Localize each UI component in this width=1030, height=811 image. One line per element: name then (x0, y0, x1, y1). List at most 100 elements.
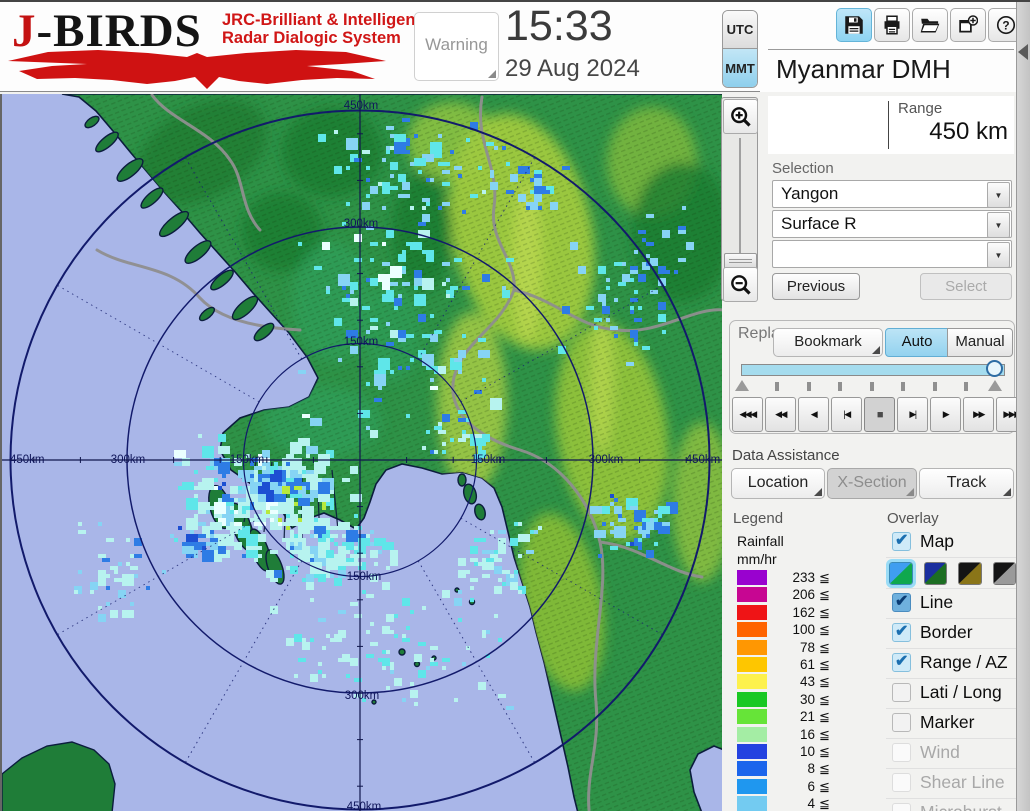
checkbox[interactable] (892, 713, 911, 732)
overlay-label: Border (920, 622, 973, 642)
map-style-swatches (886, 558, 1016, 589)
stop-button[interactable]: ■ (864, 397, 895, 432)
checkbox[interactable] (892, 743, 911, 762)
help-icon: ? (996, 15, 1016, 35)
overlay-item-line[interactable]: ✔ Line (886, 589, 1016, 619)
overlay-label: Microburst (920, 802, 1002, 811)
rewind-button[interactable]: ◀◀ (765, 397, 796, 432)
legend-color-swatch (737, 570, 767, 585)
checkbox[interactable]: ✔ (892, 653, 911, 672)
slider-end-marker[interactable] (988, 380, 1002, 391)
overlay-item-microburst[interactable]: Microburst (886, 799, 1016, 811)
map-style-swatch[interactable] (992, 561, 1016, 585)
legend-value: 162 (792, 604, 815, 620)
overlay-item-lati-long[interactable]: Lati / Long (886, 679, 1016, 709)
utc-button[interactable]: UTC (723, 11, 757, 49)
overlay-label: Marker (920, 712, 975, 732)
range-box: Range 450 km (768, 96, 1014, 154)
checkbox[interactable] (892, 773, 911, 792)
panel-edge-strip[interactable] (1016, 2, 1030, 811)
legend-color-swatch (737, 674, 767, 690)
chevron-down-icon[interactable]: ▼ (987, 182, 1010, 208)
lte-symbol: ≦ (819, 761, 830, 777)
legend-value: 78 (799, 639, 815, 655)
x-section-button[interactable]: X-Section (827, 468, 917, 499)
map-style-swatch[interactable] (958, 561, 982, 585)
radar-map[interactable]: 450km 300km 150km 150km 300km 450km 450km 300km… (0, 94, 722, 811)
legend-row: 21 ≦ (737, 708, 837, 725)
overlay-item-marker[interactable]: Marker (886, 709, 1016, 739)
ring-distance-label: 150km (230, 454, 265, 466)
lte-symbol: ≦ (819, 604, 830, 620)
auto-button[interactable]: Auto (885, 328, 949, 357)
overlay-item-wind[interactable]: Wind (886, 739, 1016, 769)
chevron-down-icon[interactable]: ▼ (987, 212, 1010, 238)
legend-value: 100 (792, 622, 815, 638)
legend-row: 43 ≦ (737, 673, 837, 690)
slider-tick (869, 382, 874, 391)
option-select[interactable]: ▼ (772, 240, 1012, 268)
map-style-swatch[interactable] (923, 561, 947, 585)
overlay-item-range-az[interactable]: ✔ Range / AZ (886, 649, 1016, 679)
legend-color-swatch (737, 778, 767, 794)
play-button[interactable]: ▶ (930, 397, 961, 432)
legend-scale: 233 ≦ 206 ≦ 162 ≦ 100 ≦ 78 ≦ 61 ≦ 43 ≦ 30 ≦ 21 ≦ 16 ≦ 10 ≦ 8 ≦ 6… (737, 569, 837, 811)
slider-start-marker[interactable] (735, 380, 749, 391)
checkbox[interactable] (892, 803, 911, 811)
chevron-down-icon[interactable]: ▼ (987, 242, 1010, 268)
zoom-slider-track[interactable] (739, 138, 741, 256)
replay-slider-track[interactable] (741, 364, 1005, 376)
menu-corner-icon (906, 488, 914, 496)
checkbox[interactable]: ✔ (892, 623, 911, 642)
bookmark-button[interactable]: Bookmark (773, 328, 883, 357)
legend-color-swatch (737, 587, 767, 603)
play-backward-button[interactable]: ◀ (798, 397, 829, 432)
ring-distance-label: 450km (344, 100, 379, 112)
step-forward-button[interactable]: ▶| (897, 397, 928, 432)
track-button[interactable]: Track (919, 468, 1014, 499)
save-button[interactable] (836, 8, 872, 42)
overlay-item-map[interactable]: ✔ Map (886, 528, 1016, 558)
previous-button[interactable]: Previous (772, 273, 860, 300)
add-window-button[interactable] (950, 8, 986, 42)
warning-button[interactable]: Warning (414, 12, 499, 81)
replay-slider-handle[interactable] (986, 360, 1003, 377)
legend-color-swatch (737, 604, 767, 620)
zoom-out-button[interactable] (723, 267, 758, 302)
jump-start-button[interactable]: ◀◀◀ (732, 397, 763, 432)
forward-button[interactable]: ▶▶ (963, 397, 994, 432)
checkbox[interactable] (892, 683, 911, 702)
checkbox[interactable]: ✔ (892, 532, 911, 551)
header-bar: J-BIRDS JRC-Brilliant & Intelligent Rada… (0, 2, 1030, 92)
overlay-item-border[interactable]: ✔ Border (886, 619, 1016, 649)
mmt-button[interactable]: MMT (723, 49, 757, 87)
station-title: Myanmar DMH (776, 54, 951, 84)
overlay-item-shear-line[interactable]: Shear Line (886, 769, 1016, 799)
select-button[interactable]: Select (920, 273, 1012, 300)
open-folder-button[interactable] (912, 8, 948, 42)
site-select[interactable]: Yangon ▼ (772, 180, 1012, 208)
lte-symbol: ≦ (819, 778, 830, 794)
legend-title: Legend (733, 510, 784, 527)
location-button[interactable]: Location (731, 468, 825, 499)
lte-symbol: ≦ (819, 587, 830, 603)
checkbox[interactable]: ✔ (892, 593, 911, 612)
collapse-panel-icon[interactable] (1018, 44, 1028, 60)
lte-symbol: ≦ (819, 691, 830, 707)
map-style-swatch[interactable] (886, 558, 916, 588)
product-select[interactable]: Surface R ▼ (772, 210, 1012, 238)
legend-color-swatch (737, 622, 767, 638)
manual-button[interactable]: Manual (947, 328, 1013, 357)
legend-row: 10 ≦ (737, 743, 837, 760)
legend-value: 21 (799, 709, 815, 725)
lte-symbol: ≦ (819, 622, 830, 638)
clock-date: 29 Aug 2024 (505, 55, 640, 82)
menu-corner-icon (1003, 488, 1011, 496)
legend-value: 206 (792, 587, 815, 603)
save-icon (845, 16, 863, 34)
zoom-in-button[interactable] (723, 99, 758, 134)
print-button[interactable] (874, 8, 910, 42)
step-back-button[interactable]: |◀ (831, 397, 862, 432)
legend-value: 10 (799, 743, 815, 759)
overlay-list: ✔ Map ✔ Line ✔ Border ✔ Range / AZ Lati / Long Ma… (886, 528, 1016, 811)
